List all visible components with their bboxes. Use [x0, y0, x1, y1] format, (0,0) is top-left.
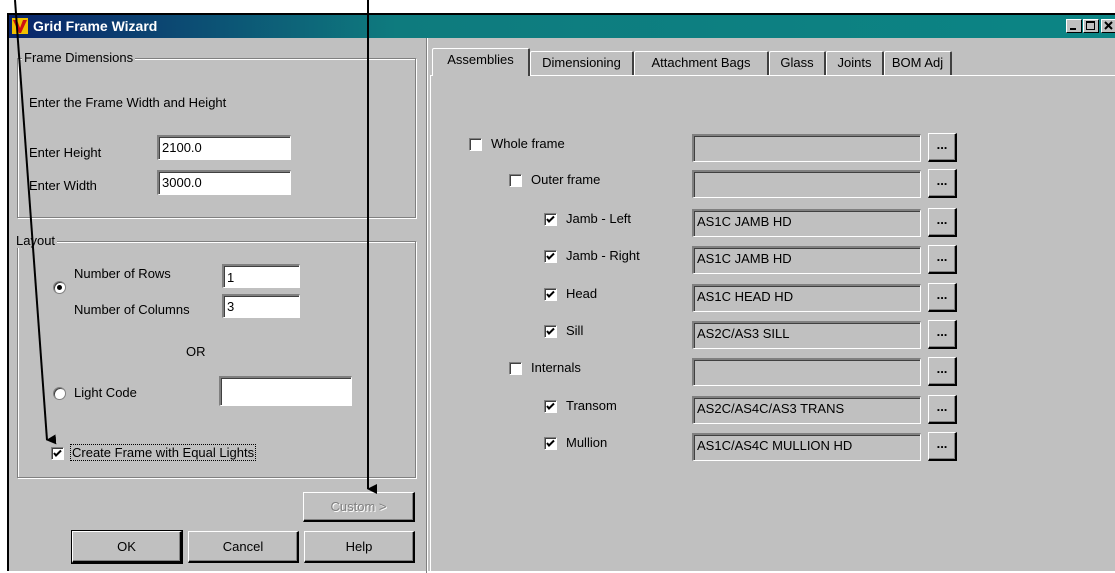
jamb-left-assembly-field[interactable]: AS1C JAMB HD	[692, 209, 921, 237]
checkmark-icon	[546, 439, 555, 447]
title-bar[interactable]: Grid Frame Wizard	[9, 15, 1115, 38]
internals-assembly-field[interactable]	[692, 358, 921, 386]
outer-frame-assembly-field[interactable]	[692, 170, 921, 198]
whole-frame-checkbox[interactable]	[469, 138, 482, 151]
internals-checkbox[interactable]	[509, 362, 522, 375]
pane-divider	[426, 38, 428, 573]
window-title: Grid Frame Wizard	[33, 18, 158, 34]
equal-lights-label: Create Frame with Equal Lights	[69, 444, 257, 461]
width-label: Enter Width	[29, 178, 97, 193]
jamb-right-browse-button[interactable]: ...	[928, 245, 957, 274]
sill-checkbox[interactable]	[544, 325, 557, 338]
maximize-button[interactable]	[1083, 19, 1099, 33]
checkmark-icon	[546, 290, 555, 298]
mullion-browse-button[interactable]: ...	[928, 432, 957, 461]
layout-legend: Layout	[16, 233, 58, 248]
checkmark-icon	[546, 252, 555, 260]
tab-bom-adj[interactable]: BOM Adj	[884, 51, 952, 75]
custom-button[interactable]: Custom >	[303, 492, 415, 522]
head-browse-button[interactable]: ...	[928, 283, 957, 312]
tab-assemblies[interactable]: Assemblies	[432, 48, 530, 76]
jamb-left-browse-button[interactable]: ...	[928, 208, 957, 237]
equal-lights-checkbox[interactable]	[51, 447, 64, 460]
head-assembly-field[interactable]: AS1C HEAD HD	[692, 284, 921, 312]
frame-dimensions-legend: Frame Dimensions	[22, 50, 136, 65]
internals-label: Internals	[531, 360, 581, 375]
cancel-button[interactable]: Cancel	[188, 531, 299, 563]
mullion-assembly-field[interactable]: AS1C/AS4C MULLION HD	[692, 433, 921, 461]
transom-label: Transom	[566, 398, 617, 413]
sill-assembly-field[interactable]: AS2C/AS3 SILL	[692, 321, 921, 349]
head-label: Head	[566, 286, 598, 301]
transom-checkbox[interactable]	[544, 400, 557, 413]
minimize-button[interactable]	[1066, 19, 1082, 33]
jamb-right-assembly-field[interactable]: AS1C JAMB HD	[692, 246, 921, 274]
help-button[interactable]: Help	[304, 531, 415, 563]
outer-frame-label: Outer frame	[531, 172, 601, 187]
transom-browse-button[interactable]: ...	[928, 395, 957, 424]
rows-label: Number of Rows	[74, 266, 171, 281]
close-button[interactable]	[1101, 19, 1115, 33]
maximize-icon	[1086, 21, 1095, 30]
checkmark-icon	[53, 449, 62, 457]
tab-joints[interactable]: Joints	[826, 51, 884, 75]
transom-assembly-field[interactable]: AS2C/AS4C/AS3 TRANS	[692, 396, 921, 424]
sill-label: Sill	[566, 323, 584, 338]
app-logo-icon	[12, 18, 28, 34]
sill-browse-button[interactable]: ...	[928, 320, 957, 349]
light-code-label: Light Code	[74, 385, 137, 400]
mullion-checkbox[interactable]	[544, 437, 557, 450]
columns-label: Number of Columns	[74, 302, 190, 317]
checkmark-icon	[546, 215, 555, 223]
or-label: OR	[186, 344, 206, 359]
head-checkbox[interactable]	[544, 288, 557, 301]
rows-input[interactable]: 1	[222, 264, 300, 288]
internals-browse-button[interactable]: ...	[928, 357, 957, 386]
height-input[interactable]: 2100.0	[157, 135, 291, 160]
height-label: Enter Height	[29, 145, 102, 160]
whole-frame-label: Whole frame	[491, 136, 565, 151]
grid-frame-wizard-window: Grid Frame Wizard Frame Dimensions Enter…	[7, 13, 1115, 573]
whole-frame-browse-button[interactable]: ...	[928, 133, 957, 162]
frame-dimensions-instruction: Enter the Frame Width and Height	[29, 95, 227, 110]
jamb-right-label: Jamb - Right	[566, 248, 640, 263]
rows-columns-radio[interactable]	[53, 281, 66, 294]
outer-frame-browse-button[interactable]: ...	[928, 169, 957, 198]
columns-input[interactable]: 3	[222, 294, 300, 318]
minimize-icon	[1070, 28, 1076, 30]
checkmark-icon	[546, 402, 555, 410]
ok-button[interactable]: OK	[71, 530, 183, 564]
outer-frame-checkbox[interactable]	[509, 174, 522, 187]
whole-frame-assembly-field[interactable]	[692, 134, 921, 162]
width-input[interactable]: 3000.0	[157, 170, 291, 195]
light-code-input[interactable]	[219, 376, 352, 406]
jamb-right-checkbox[interactable]	[544, 250, 557, 263]
jamb-left-label: Jamb - Left	[566, 211, 632, 226]
tab-attachment-bags[interactable]: Attachment Bags	[634, 51, 769, 75]
mullion-label: Mullion	[566, 435, 608, 450]
checkmark-icon	[546, 327, 555, 335]
tab-glass[interactable]: Glass	[769, 51, 826, 75]
light-code-radio[interactable]	[53, 387, 66, 400]
tab-dimensioning[interactable]: Dimensioning	[530, 51, 634, 75]
close-icon	[1104, 21, 1113, 30]
jamb-left-checkbox[interactable]	[544, 213, 557, 226]
